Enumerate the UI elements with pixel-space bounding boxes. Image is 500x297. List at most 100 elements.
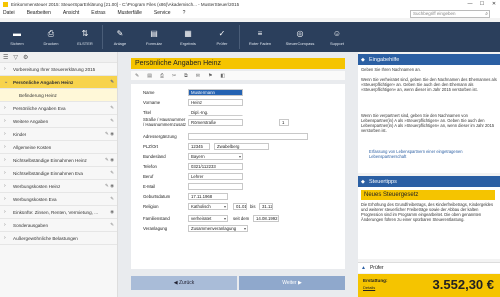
menu-bearbeiten[interactable]: Bearbeiten xyxy=(27,10,51,16)
religion-bis-label: bis xyxy=(250,204,256,209)
sidebar-item[interactable]: › Einkünfte: Zinsen, Renten, Vermietung, … xyxy=(0,206,117,219)
form-field[interactable]: Bayern xyxy=(188,153,243,160)
result-icon: ▦ xyxy=(184,29,192,38)
chevron-icon: › xyxy=(4,131,6,137)
sidebar-item-label: Nichtselbständige Einnahmen Eva xyxy=(13,170,83,176)
religion-to-field[interactable]: 31.12 xyxy=(259,203,273,210)
personal-data-form: Name Mustermann Vorname Heinz Titel Dipl.-Ing… xyxy=(131,84,345,269)
menu-help[interactable]: ? xyxy=(183,10,186,16)
form-field[interactable]: Mustermann xyxy=(188,89,243,96)
field-label: Veranlagung xyxy=(143,226,168,231)
form-field[interactable]: Katholisch xyxy=(188,203,228,210)
news-title: Neues Steuergesetz xyxy=(361,190,495,200)
sidebar-item[interactable]: › Werbungskosten Heinz ✎ ◉ xyxy=(0,180,117,193)
copy-icon[interactable]: ⧉ xyxy=(184,73,188,79)
back-button[interactable]: ◀ Zurück xyxy=(131,276,237,290)
steuertipps-header[interactable]: ◆ Steuertipps xyxy=(358,176,500,187)
search-icon[interactable]: ⌕ xyxy=(485,11,488,17)
menu-service[interactable]: Service xyxy=(154,10,171,16)
layout-icon[interactable]: ◧ xyxy=(220,73,225,79)
sidebar-item[interactable]: › Außergewöhnliche Belastungen xyxy=(0,232,117,245)
form-field[interactable]: Dipl.-Ing. xyxy=(188,109,243,116)
flag-icon[interactable]: ⚑ xyxy=(208,73,212,79)
minimize-button[interactable]: — xyxy=(464,0,476,8)
city-field[interactable]: Zwabelberg xyxy=(214,143,269,150)
sidebar-item[interactable]: › Werbungskosten Eva ✎ xyxy=(0,193,117,206)
form-field[interactable]: Zusammenveranlagung xyxy=(188,225,248,232)
sidebar-item-status-icons: ✎ xyxy=(110,79,114,84)
toolbar-anlage-button[interactable]: ✎ Anlage xyxy=(103,22,137,52)
search-input[interactable]: Suchbegriff eingeben ⌕ xyxy=(410,10,490,18)
sidebar-item[interactable]: › Kinder ✎ ◉ xyxy=(0,128,117,141)
menu-datei[interactable]: Datei xyxy=(3,10,15,16)
help-text-2: Wenn Sie verheiratet sind, geben Sie den… xyxy=(361,77,497,92)
edit-icon[interactable]: ✎ xyxy=(135,73,139,79)
settings-icon[interactable]: ⚙ xyxy=(23,54,28,61)
refund-label: Erstattung: xyxy=(363,278,388,283)
sidebar-item-label: Befinderung Heinz xyxy=(19,92,57,98)
main-toolbar: ▬ Sichern ⎙ Drucken ⇅ ELSTER ✎ Anlage ▤ Formu… xyxy=(0,22,500,52)
form-field[interactable]: Lehrer xyxy=(188,173,243,180)
mail-icon[interactable]: ✉ xyxy=(196,73,200,79)
cut-icon[interactable]: ✂ xyxy=(172,73,176,79)
form-field[interactable]: Heinz xyxy=(188,99,243,106)
form-field[interactable]: 17.11.1968 xyxy=(188,193,228,200)
seit-date-field[interactable]: 14.08.1992 xyxy=(253,215,279,222)
form-field[interactable] xyxy=(188,183,243,190)
sidebar-item[interactable]: ⌄ Persönliche Angaben Heinz ✎ xyxy=(0,76,117,89)
form-field[interactable]: 12345 xyxy=(188,143,210,150)
field-label: Name xyxy=(143,90,155,95)
next-button[interactable]: Weiter ▶ xyxy=(239,276,345,290)
toolbar-support-button[interactable]: ☺ Support xyxy=(320,22,354,52)
sidebar-item[interactable]: › Persönliche Angaben Eva ✎ xyxy=(0,102,117,115)
chevron-icon: › xyxy=(4,222,6,228)
help-icon: ◆ xyxy=(361,56,365,63)
menu-ansicht[interactable]: Ansicht xyxy=(63,10,79,16)
collapse-icon[interactable]: ☰ xyxy=(3,54,8,61)
form-icon: ▤ xyxy=(150,29,158,38)
sidebar-item-label: Nichtselbständige Einnahmen Heinz xyxy=(13,157,87,163)
form-field[interactable]: Römerstraße xyxy=(188,119,243,126)
menu-extras[interactable]: Extras xyxy=(91,10,105,16)
eingabehilfe-header[interactable]: ◆ Eingabehilfe xyxy=(358,54,500,65)
sidebar-item-label: Einkünfte: Zinsen, Renten, Vermietung, .… xyxy=(13,209,98,215)
sidebar-item-status-icons: ✎ ◉ xyxy=(105,131,114,136)
sidebar-item-label: Werbungskosten Eva xyxy=(13,196,57,202)
form-row: Religion Katholisch 01.01bis31.12 xyxy=(131,202,345,212)
sidebar-item[interactable]: › Weitere Angaben ✎ xyxy=(0,115,117,128)
religion-from-field[interactable]: 01.01 xyxy=(233,203,247,210)
toolbar-pruefer-button[interactable]: ✓ Prüfer xyxy=(205,22,239,52)
print-icon[interactable]: ⎙ xyxy=(160,73,164,79)
chevron-icon: › xyxy=(4,157,6,163)
toolbar-save-button[interactable]: ▬ Sichern xyxy=(0,22,34,52)
house-number-field[interactable]: 1 xyxy=(279,119,289,126)
help-link[interactable]: Erfassung von Lebenspartnern einer einge… xyxy=(361,149,498,159)
maximize-button[interactable]: ☐ xyxy=(476,0,488,8)
sidebar-item[interactable]: › Vorbereitung Ihrer Steuererklärung 2015 xyxy=(0,63,117,76)
toolbar-ergebnis-button[interactable]: ▦ Ergebnis xyxy=(171,22,205,52)
sidebar-item[interactable]: › Sonderausgaben ✎ xyxy=(0,219,117,232)
toolbar-roter-faden-button[interactable]: ≡ Roter Faden xyxy=(240,22,280,52)
form-field[interactable] xyxy=(188,133,308,140)
toolbar-print-button[interactable]: ⎙ Drucken xyxy=(34,22,68,52)
sidebar-item[interactable]: › Nichtselbständige Einnahmen Eva ✎ xyxy=(0,167,117,180)
help-panel: ◆ Eingabehilfe Geben Sie Ihren Nachnamen… xyxy=(358,52,500,297)
panel-iconbar: ✎ ▤ ⎙ ✂ ⧉ ✉ ⚑ ◧ xyxy=(131,71,345,80)
field-label: Familienstand xyxy=(143,216,170,221)
sidebar-item[interactable]: › Allgemeine Kosten xyxy=(0,141,117,154)
sidebar-item[interactable]: Befinderung Heinz xyxy=(0,89,117,102)
field-label: Titel xyxy=(143,110,151,115)
chevron-icon: › xyxy=(4,170,6,176)
sidebar-item[interactable]: › Nichtselbständige Einnahmen Heinz ✎ ◉ xyxy=(0,154,117,167)
pruefer-bar[interactable]: ▲ Prüfer xyxy=(358,262,500,273)
refund-details-link[interactable]: Details xyxy=(363,285,375,290)
filter-icon[interactable]: ▽ xyxy=(13,54,18,61)
form-field[interactable]: 0321/112233 xyxy=(188,163,243,170)
menu-musterfaelle[interactable]: Musterfälle xyxy=(117,10,141,16)
toolbar-steuercompass-button[interactable]: ◎ SteuerCompass xyxy=(280,22,320,52)
toolbar-formular-button[interactable]: ▤ Formular xyxy=(137,22,171,52)
form-view-icon[interactable]: ▤ xyxy=(147,73,152,79)
close-button[interactable]: ✕ xyxy=(488,0,500,8)
form-field[interactable]: verheiratet xyxy=(188,215,228,222)
toolbar-elster-button[interactable]: ⇅ ELSTER xyxy=(68,22,102,52)
